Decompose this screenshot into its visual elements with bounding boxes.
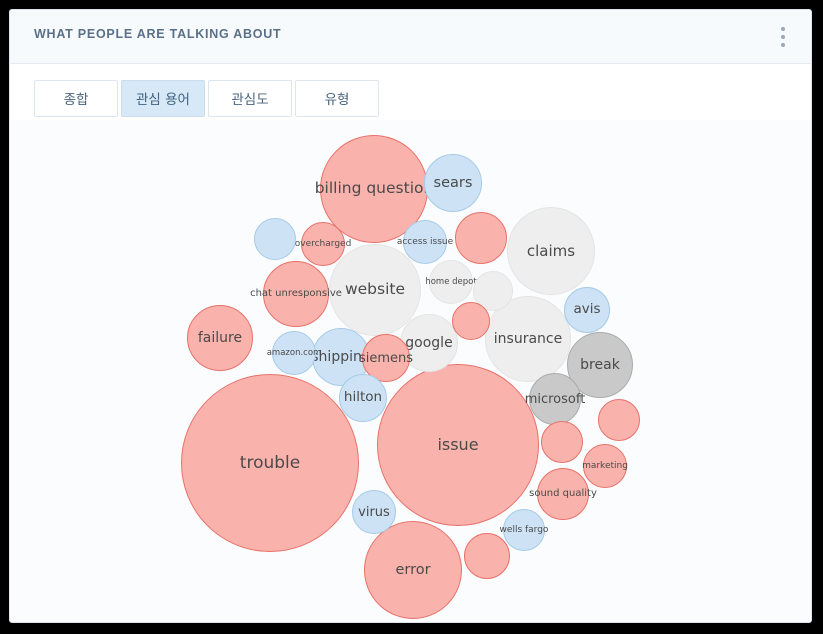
bubble-amazon-com[interactable]: amazon.com [267, 331, 321, 375]
bubble-virus[interactable]: virus [352, 490, 396, 534]
bubble-error[interactable]: error [364, 521, 462, 619]
bubble-label: sears [433, 174, 473, 191]
bubble-label: siemens [358, 350, 414, 366]
kebab-menu-icon[interactable] [771, 24, 795, 50]
bubble-unlabeled[interactable] [452, 302, 490, 340]
bubble-label: billing question [314, 179, 434, 198]
bubble-avis[interactable]: avis [564, 287, 610, 333]
bubble-label: home depot [425, 276, 477, 287]
bubble-trouble[interactable]: trouble [181, 374, 359, 552]
bubble-label: sound quality [529, 488, 597, 499]
screen-root: WHAT PEOPLE ARE TALKING ABOUT 종합 관심 용어 관심도… [0, 0, 823, 634]
bubble-label: overcharged [294, 238, 352, 249]
bubble-label: break [580, 357, 620, 373]
bubble-access-issue[interactable]: access issue [397, 220, 453, 264]
bubble-sears[interactable]: sears [424, 154, 482, 212]
bubble-unlabeled[interactable] [464, 533, 510, 579]
bubble-label: microsoft [524, 391, 586, 407]
bubble-unlabeled[interactable] [598, 399, 640, 441]
bubble-sound-quality[interactable]: sound quality [529, 468, 597, 520]
bubble-label: hilton [343, 389, 383, 406]
bubble-label: website [344, 280, 406, 299]
bubble-home-depot[interactable]: home depot [425, 260, 477, 304]
bubble-label: claims [526, 241, 576, 260]
bubble-label: amazon.com [266, 347, 322, 358]
bubble-label: insurance [493, 331, 563, 347]
tab-label: 유형 [324, 92, 350, 108]
widget-card: WHAT PEOPLE ARE TALKING ABOUT 종합 관심 용어 관심도… [9, 9, 812, 623]
tab-label: 관심 용어 [136, 92, 190, 108]
bubble-chat-unresponsive[interactable]: chat unresponsive [250, 261, 342, 327]
tab-bar: 종합 관심 용어 관심도 유형 [34, 80, 379, 117]
bubble-label: error [395, 561, 431, 578]
card-header: WHAT PEOPLE ARE TALKING ABOUT [10, 10, 811, 64]
bubble-label: failure [197, 330, 243, 346]
bubble-chart: trouble issue billing question error website… [11, 120, 811, 622]
bubble-label: marketing [582, 460, 628, 471]
bubble-label: issue [437, 435, 479, 454]
bubble-label: chat unresponsive [250, 288, 342, 299]
bubble-unlabeled[interactable] [541, 421, 583, 463]
bubble-label: trouble [239, 452, 301, 473]
page-title: WHAT PEOPLE ARE TALKING ABOUT [34, 27, 282, 41]
bubble-label: access issue [396, 236, 454, 247]
tab-2[interactable]: 관심 용어 [121, 80, 205, 117]
bubble-marketing[interactable]: marketing [582, 444, 628, 488]
tab-label: 관심도 [231, 92, 269, 108]
bubble-label: virus [358, 504, 390, 520]
bubble-microsoft[interactable]: microsoft [525, 373, 585, 425]
bubble-claims[interactable]: claims [507, 207, 595, 295]
bubble-unlabeled[interactable] [455, 212, 507, 264]
kebab-dot [781, 35, 785, 39]
bubble-label: avis [573, 301, 601, 318]
bubble-wells-fargo[interactable]: wells fargo [500, 509, 548, 551]
kebab-dot [781, 43, 785, 47]
tab-1[interactable]: 종합 [34, 80, 118, 117]
tab-label: 종합 [63, 92, 89, 108]
kebab-dot [781, 27, 785, 31]
bubble-label: wells fargo [499, 524, 549, 535]
bubble-hilton[interactable]: hilton [339, 374, 387, 422]
tab-3[interactable]: 관심도 [208, 80, 292, 117]
bubble-failure[interactable]: failure [187, 305, 253, 371]
bubble-issue[interactable]: issue [377, 364, 539, 526]
bubble-label: google [405, 335, 453, 351]
bubble-overcharged[interactable]: overcharged [295, 222, 351, 266]
bubble-unlabeled[interactable] [254, 218, 296, 260]
tab-4[interactable]: 유형 [295, 80, 379, 117]
